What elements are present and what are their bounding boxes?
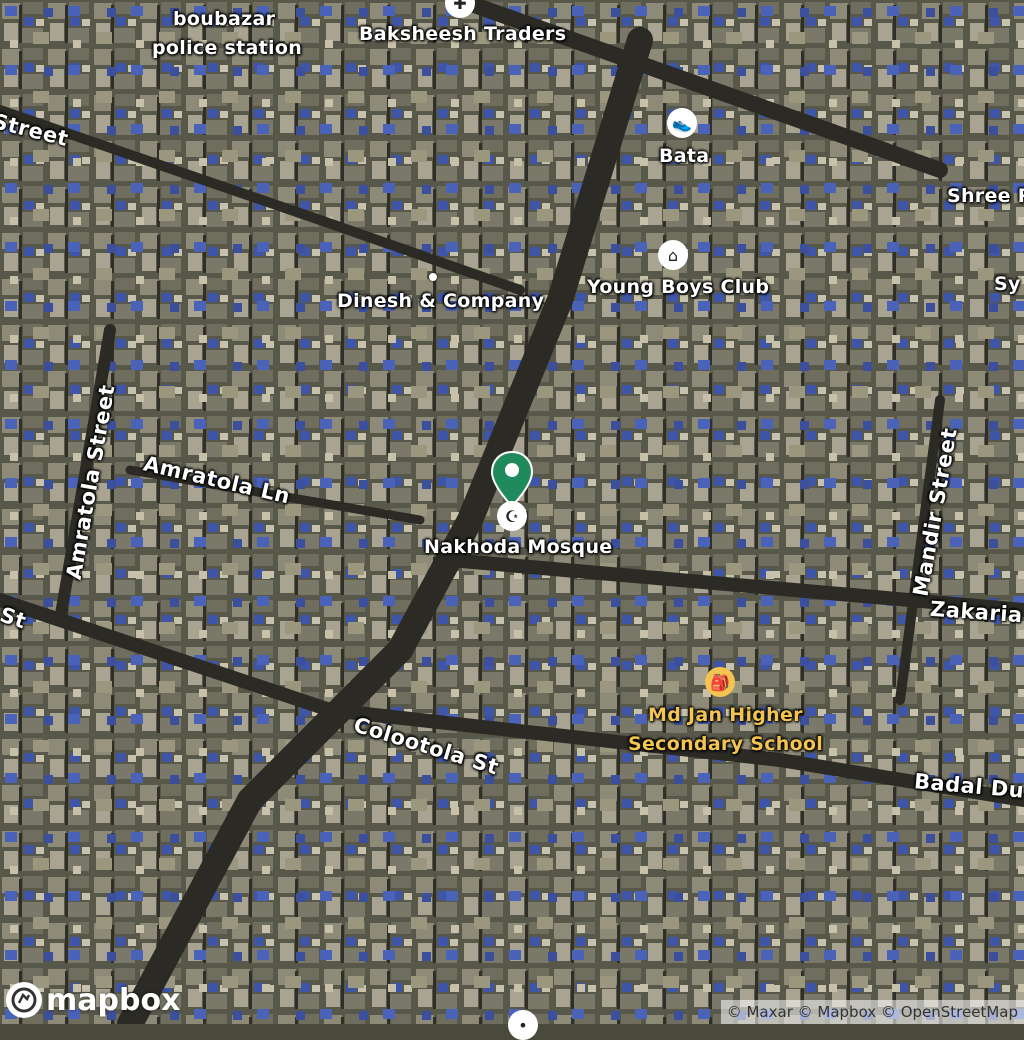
community-club-icon[interactable]: ⌂: [658, 240, 688, 270]
mapbox-logo[interactable]: mapbox: [6, 982, 180, 1018]
boubazar-label-2: police station: [152, 37, 303, 59]
mapbox-logo-icon: [6, 982, 42, 1018]
nakhoda-mosque-label[interactable]: Nakhoda Mosque: [424, 536, 612, 559]
school-label-1[interactable]: Md Jan Higher: [648, 704, 803, 727]
boubazar-label-1: boubazar: [173, 8, 276, 30]
map-attribution[interactable]: © Maxar © Mapbox © OpenStreetMap: [720, 1000, 1024, 1024]
school-label-2[interactable]: Secondary School: [628, 733, 823, 756]
shoe-shop-icon[interactable]: 👟: [667, 108, 697, 138]
mapbox-logo-text: mapbox: [46, 982, 181, 1018]
baksheesh-traders-label[interactable]: Baksheesh Traders: [359, 23, 566, 46]
bata-label[interactable]: Bata: [659, 145, 709, 168]
dinesh-company-label[interactable]: Dinesh & Company: [337, 290, 544, 313]
bottom-poi-icon[interactable]: •: [508, 1010, 538, 1040]
sym-label: Sy: [994, 273, 1021, 295]
dinesh-dot: [429, 273, 437, 281]
young-boys-club-label[interactable]: Young Boys Club: [587, 276, 769, 299]
map-pin-icon[interactable]: [490, 450, 534, 508]
shree-label: Shree P: [947, 185, 1024, 207]
mosque-icon[interactable]: ☪: [497, 501, 527, 531]
school-icon[interactable]: 🎒: [705, 667, 735, 697]
